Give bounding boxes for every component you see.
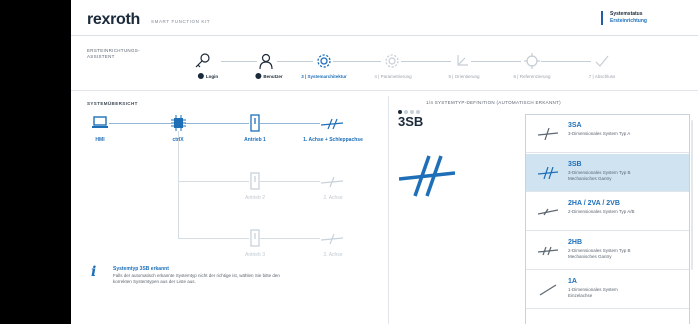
settings-icon	[383, 52, 401, 70]
wizard-stepper: Login Benutzer 3 | Systemarchitektur 4 |…	[71, 0, 698, 90]
overview-title: SYSTEMÜBERSICHT	[87, 101, 138, 106]
step-login[interactable]: Login	[197, 73, 218, 80]
key-icon[interactable]	[193, 52, 211, 70]
axis-icon	[320, 117, 344, 130]
system-type-list: 3SA 3-Dimensionales System Typ A 3SB 3-D…	[525, 114, 690, 324]
node-ctrlx: ctrlX	[172, 137, 184, 143]
system-3sb-icon	[398, 148, 456, 204]
node-hmi: HMI	[95, 137, 105, 143]
node-antrieb-1: Antrieb 1	[244, 137, 266, 143]
system-type-code: 2HB	[568, 239, 583, 246]
check-icon	[593, 52, 611, 70]
info-icon: i	[91, 264, 97, 280]
system-type-desc: 2-Dimensionales System Typ B Mechanisches…	[568, 248, 631, 259]
drive-icon	[250, 172, 260, 190]
system-type-code: 3SB	[568, 161, 582, 168]
system-type-code: 1A	[568, 278, 577, 285]
step-systemarchitektur[interactable]: 3 | Systemarchitektur	[301, 74, 347, 79]
display-frame: rexroth SMART FUNCTION KIT Systemstatus …	[0, 0, 698, 324]
laptop-icon	[92, 116, 108, 130]
system-type-desc: 3-Dimensionales System Typ A	[568, 131, 631, 136]
axis-icon	[320, 175, 344, 188]
list-scrollbar[interactable]	[691, 120, 693, 270]
step-orientierung: 5 | Orientierung	[448, 74, 480, 79]
step-parametrierung: 4 | Parametrierung	[374, 74, 412, 79]
app-screen: rexroth SMART FUNCTION KIT Systemstatus …	[71, 0, 698, 324]
axis-icon	[320, 232, 344, 245]
drive-icon	[250, 114, 260, 132]
chip-icon	[171, 115, 186, 131]
definition-title: 1/4 SYSTEMTYP-DEFINITION (AUTOMATISCH ER…	[426, 100, 561, 105]
step-referenzierung: 6 | Referenzierung	[513, 74, 551, 79]
info-text: Falls der automatisch erkannte Systemtyp…	[113, 273, 280, 284]
orientation-icon	[453, 52, 471, 70]
node-achse-2: 2. Achse	[323, 195, 343, 201]
check-icon	[197, 73, 204, 79]
system-type-desc: 3-Dimensionales System Typ B Mechanisches…	[568, 170, 631, 181]
gear-icon[interactable]	[315, 52, 333, 70]
system-type-item[interactable]: 2HA / 2VA / 2VB 2-Dimensionales System T…	[526, 193, 689, 231]
system-type-desc: 2-Dimensionales System Typ A/B	[568, 209, 635, 214]
system-type-code: 2HA / 2VA / 2VB	[568, 200, 620, 207]
node-antrieb-3: Antrieb 3	[244, 252, 266, 258]
check-icon	[255, 73, 262, 79]
divider	[71, 90, 698, 91]
user-icon[interactable]	[257, 52, 275, 70]
target-icon	[523, 52, 541, 70]
drive-icon	[250, 229, 260, 247]
system-type-code: 3SA	[568, 122, 582, 129]
step-abschluss: 7 | Abschluss	[588, 74, 616, 79]
system-type-item[interactable]: 3SA 3-Dimensionales System Typ A	[526, 115, 689, 153]
node-achse-3: 3. Achse	[323, 252, 343, 258]
system-type-item-selected[interactable]: 3SB 3-Dimensionales System Typ B Mechanis…	[526, 154, 689, 192]
node-achse-1: 1. Achse + Schleppachse	[303, 137, 363, 143]
node-antrieb-2: Antrieb 2	[244, 195, 266, 201]
system-type-item[interactable]: 1A 1-Dimensionales System Einzelachse	[526, 271, 689, 309]
current-system-code: 3SB	[398, 114, 424, 129]
step-benutzer[interactable]: Benutzer	[255, 73, 283, 80]
system-type-desc: 1-Dimensionales System Einzelachse	[568, 287, 618, 298]
divider	[388, 96, 389, 324]
system-type-item[interactable]: 2HB 2-Dimensionales System Typ B Mechanis…	[526, 232, 689, 270]
info-title: Systemtyp 3SB erkannt	[113, 266, 169, 272]
